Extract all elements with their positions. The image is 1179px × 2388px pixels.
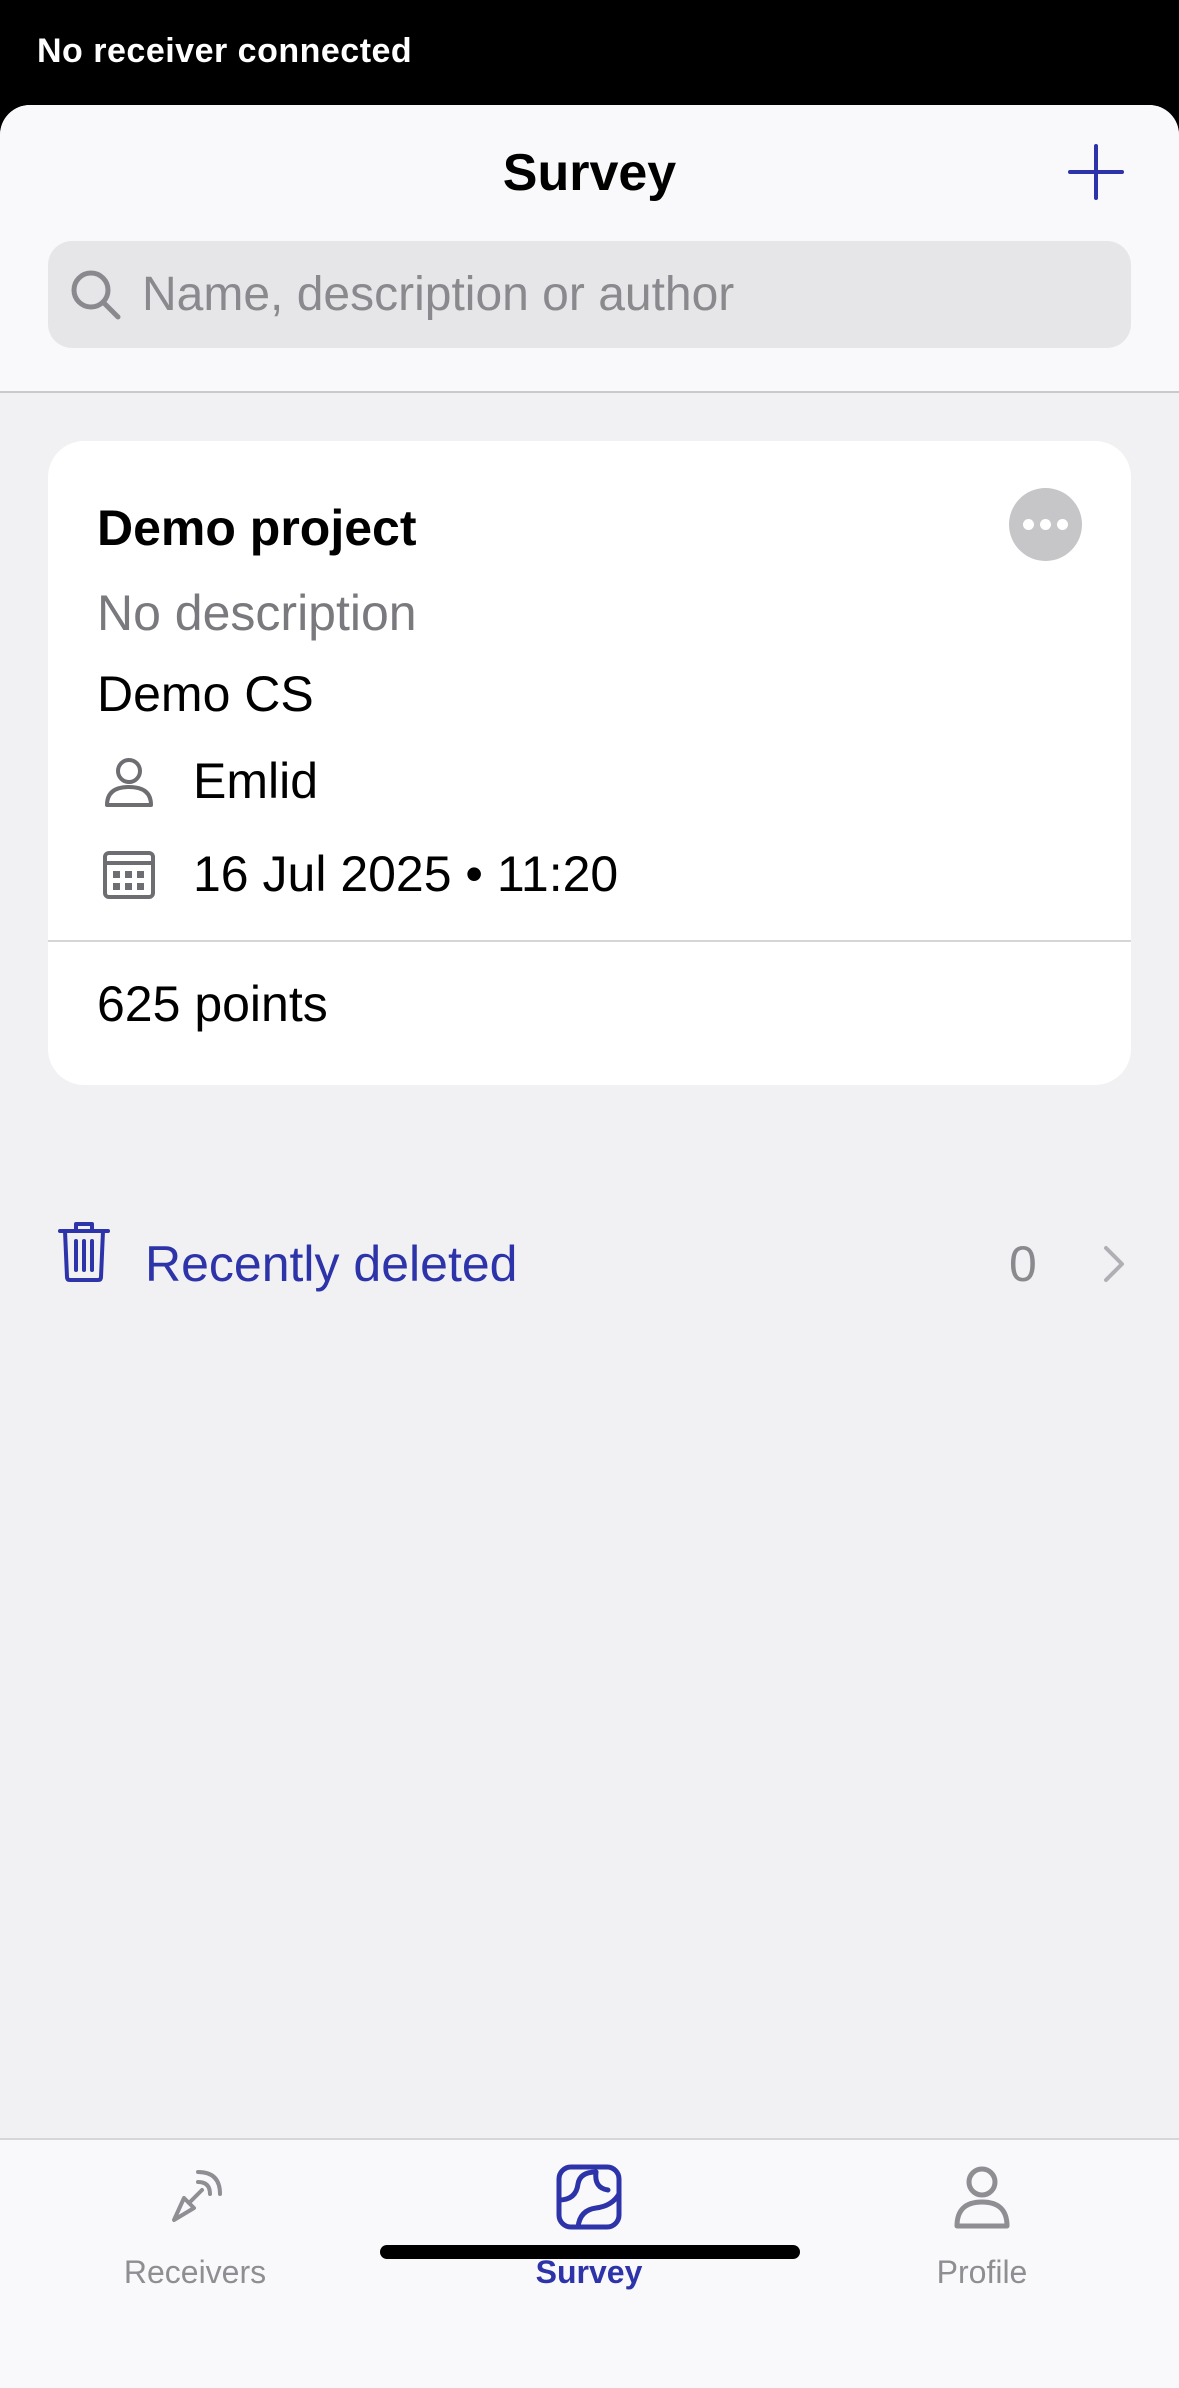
- person-icon: [105, 758, 153, 807]
- points-count: 625 points: [97, 976, 328, 1032]
- tab-receivers[interactable]: Receivers: [45, 2140, 345, 2300]
- search-bar[interactable]: [48, 241, 1131, 348]
- receiver-status-text: No receiver connected: [37, 32, 413, 70]
- tab-receivers-label: Receivers: [123, 2254, 267, 2290]
- coordinate-system: Demo CS: [97, 666, 314, 722]
- project-card[interactable]: Demo project No description Demo CS Emli…: [48, 441, 1131, 1085]
- recently-deleted-count: 0: [1009, 1236, 1037, 1292]
- search-icon: [71, 270, 121, 320]
- search-input[interactable]: [142, 241, 1102, 348]
- calendar-icon: [103, 851, 155, 899]
- survey-map-icon: [556, 2164, 622, 2230]
- recently-deleted-row[interactable]: Recently deleted 0: [48, 1215, 1131, 1315]
- nav-header: Survey: [0, 105, 1179, 393]
- tab-profile-label: Profile: [936, 2254, 1028, 2290]
- tab-survey-label: Survey: [535, 2254, 643, 2290]
- receiver-icon: [172, 2170, 222, 2222]
- profile-icon: [954, 2166, 1010, 2229]
- trash-icon: [58, 1222, 110, 1282]
- tab-survey[interactable]: Survey: [439, 2140, 739, 2300]
- recently-deleted-label: Recently deleted: [145, 1236, 518, 1292]
- project-name: Demo project: [97, 500, 417, 556]
- project-date: 16 Jul 2025 • 11:20: [193, 846, 619, 902]
- project-author: Emlid: [193, 753, 319, 809]
- tab-bar: Receivers Survey Profile: [0, 2138, 1179, 2388]
- project-description: No description: [97, 585, 417, 641]
- chevron-right-icon: [1104, 1246, 1124, 1282]
- home-indicator: [380, 2245, 800, 2259]
- page-title: Survey: [502, 144, 677, 202]
- tab-profile[interactable]: Profile: [832, 2140, 1132, 2300]
- add-project-button[interactable]: [1064, 140, 1128, 204]
- more-options-button[interactable]: [1009, 488, 1082, 561]
- card-divider: [48, 940, 1131, 942]
- survey-sheet: Survey Demo project No description Demo …: [0, 105, 1179, 2388]
- status-bar: No receiver connected: [0, 0, 1179, 105]
